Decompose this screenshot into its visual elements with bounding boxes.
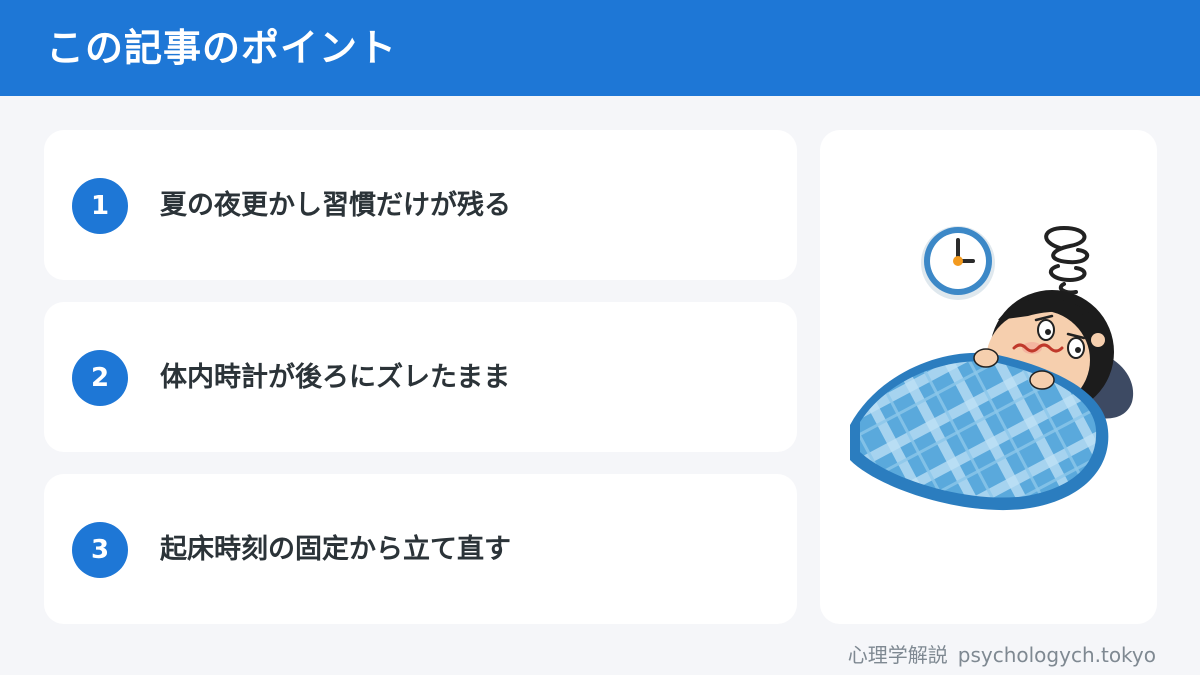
header-bar: この記事のポイント — [0, 0, 1200, 96]
point-number-badge: 3 — [72, 522, 128, 578]
point-number-badge: 2 — [72, 350, 128, 406]
point-card-3: 3 起床時刻の固定から立て直す — [44, 474, 797, 624]
point-text: 夏の夜更かし習慣だけが残る — [160, 190, 511, 221]
clock-icon — [921, 226, 995, 300]
point-text: 起床時刻の固定から立て直す — [160, 534, 511, 565]
dizzy-spiral-icon — [1044, 225, 1090, 295]
point-text: 体内時計が後ろにズレたまま — [160, 362, 511, 393]
footer-site: psychologych.tokyo — [957, 643, 1156, 667]
point-number-badge: 1 — [72, 178, 128, 234]
sleepless-person-illustration — [850, 225, 1134, 511]
point-card-2: 2 体内時計が後ろにズレたまま — [44, 302, 797, 452]
footer-brand: 心理学解説 — [847, 643, 948, 667]
illustration-card — [820, 130, 1157, 624]
footer-credit: 心理学解説 psychologych.tokyo — [848, 641, 1156, 669]
point-card-1: 1 夏の夜更かし習慣だけが残る — [44, 130, 797, 280]
page-title: この記事のポイント — [46, 26, 398, 70]
